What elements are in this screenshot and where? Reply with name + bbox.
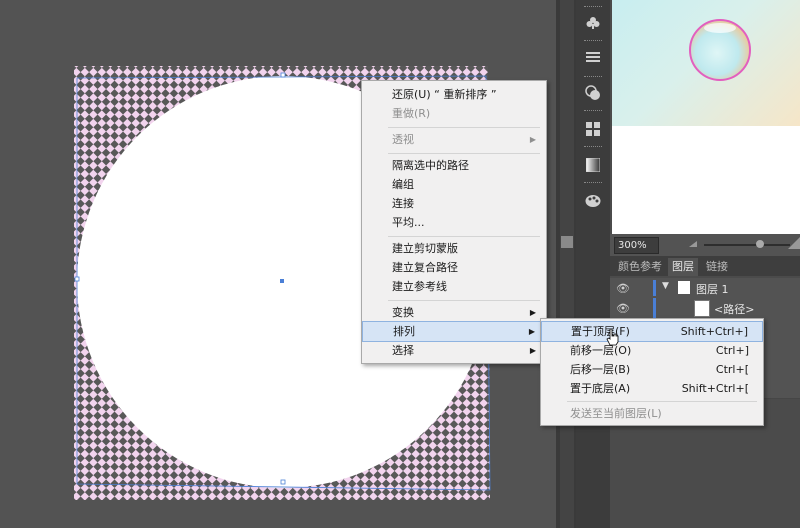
sublayer-name[interactable]: <路径> bbox=[714, 301, 754, 317]
zoom-in-icon[interactable] bbox=[788, 236, 800, 250]
layer-thumbnail bbox=[678, 281, 690, 294]
grip-handle[interactable] bbox=[584, 110, 602, 113]
lines-icon[interactable] bbox=[580, 46, 606, 68]
grip-handle[interactable] bbox=[584, 146, 602, 149]
menu-item-send-to-back[interactable]: 置于底层(A) Shift+Ctrl+[ bbox=[541, 379, 763, 398]
zoom-slider[interactable] bbox=[704, 244, 790, 246]
menu-item-make-compound-path[interactable]: 建立复合路径 bbox=[362, 258, 546, 277]
circles-icon[interactable] bbox=[580, 82, 606, 104]
club-icon[interactable] bbox=[580, 12, 606, 34]
palette-icon[interactable] bbox=[580, 190, 606, 212]
zoom-field[interactable]: 300% bbox=[614, 237, 659, 254]
grip-handle[interactable] bbox=[584, 182, 602, 185]
menu-separator bbox=[567, 401, 757, 402]
layer-name[interactable]: 图层 1 bbox=[696, 281, 729, 297]
sublayer-row[interactable]: 👁 <路径> bbox=[610, 298, 800, 319]
menu-item-bring-forward[interactable]: 前移一层(O) Ctrl+] bbox=[541, 341, 763, 360]
navigator-preview[interactable] bbox=[612, 0, 800, 126]
zoom-slider-thumb[interactable] bbox=[756, 240, 764, 248]
arrange-submenu: 置于顶层(F) Shift+Ctrl+] 前移一层(O) Ctrl+] 后移一层(B… bbox=[540, 318, 764, 426]
menu-item-redo[interactable]: 重做(R) bbox=[362, 104, 546, 123]
context-menu: 还原(U) “ 重新排序 ” 重做(R) 透视 ▶ 隔离选中的路径 编组 连接 平… bbox=[361, 80, 547, 364]
grip-handle[interactable] bbox=[584, 6, 602, 9]
hand-cursor-icon bbox=[606, 328, 620, 346]
submenu-arrow-icon: ▶ bbox=[529, 308, 536, 317]
panel-icon-strip bbox=[576, 0, 610, 528]
menu-item-undo[interactable]: 还原(U) “ 重新排序 ” bbox=[362, 85, 546, 104]
menu-item-arrange[interactable]: 排列 ▶ bbox=[362, 321, 546, 342]
menu-item-bring-to-front[interactable]: 置于顶层(F) Shift+Ctrl+] bbox=[541, 321, 763, 342]
menu-item-send-backward[interactable]: 后移一层(B) Ctrl+[ bbox=[541, 360, 763, 379]
menu-separator bbox=[388, 300, 540, 301]
anchor-point bbox=[280, 479, 286, 485]
layer-color-bar bbox=[653, 280, 656, 296]
tab-layers[interactable]: 图层 bbox=[668, 258, 698, 276]
menu-separator bbox=[388, 153, 540, 154]
eye-icon[interactable]: 👁 bbox=[616, 282, 630, 295]
menu-item-average[interactable]: 平均... bbox=[362, 213, 546, 232]
menu-item-group[interactable]: 编组 bbox=[362, 175, 546, 194]
menu-item-make-guides[interactable]: 建立参考线 bbox=[362, 277, 546, 296]
scrollbar-thumb[interactable] bbox=[561, 236, 573, 248]
tab-links[interactable]: 链接 bbox=[702, 258, 732, 276]
menu-item-select[interactable]: 选择 ▶ bbox=[362, 341, 546, 360]
anchor-point bbox=[280, 279, 284, 283]
zoom-out-icon[interactable] bbox=[688, 239, 698, 249]
gradient-icon[interactable] bbox=[580, 154, 606, 176]
grid-icon[interactable] bbox=[580, 118, 606, 140]
submenu-arrow-icon: ▶ bbox=[529, 135, 536, 144]
layer-row[interactable]: 👁 ▼ 图层 1 bbox=[610, 278, 800, 299]
grip-handle[interactable] bbox=[584, 76, 602, 79]
submenu-arrow-icon: ▶ bbox=[528, 327, 535, 336]
menu-separator bbox=[388, 236, 540, 237]
eye-icon[interactable]: 👁 bbox=[616, 302, 630, 315]
expand-triangle-icon[interactable]: ▼ bbox=[662, 281, 669, 291]
vertical-scrollbar[interactable] bbox=[560, 0, 574, 528]
tab-color-guide[interactable]: 颜色参考 bbox=[614, 258, 666, 276]
menu-item-make-clipping-mask[interactable]: 建立剪切蒙版 bbox=[362, 239, 546, 258]
menu-item-isolate-path[interactable]: 隔离选中的路径 bbox=[362, 156, 546, 175]
menu-item-transform[interactable]: 变换 ▶ bbox=[362, 303, 546, 322]
submenu-arrow-icon: ▶ bbox=[529, 346, 536, 355]
menu-item-send-to-current-layer[interactable]: 发送至当前图层(L) bbox=[541, 404, 763, 423]
anchor-point bbox=[74, 276, 80, 282]
grip-handle[interactable] bbox=[584, 40, 602, 43]
menu-item-perspective[interactable]: 透视 ▶ bbox=[362, 130, 546, 149]
layer-color-bar bbox=[653, 298, 656, 318]
anchor-point bbox=[280, 72, 286, 78]
menu-separator bbox=[388, 127, 540, 128]
menu-item-join[interactable]: 连接 bbox=[362, 194, 546, 213]
path-thumbnail bbox=[694, 300, 710, 317]
preview-white-area bbox=[612, 126, 800, 234]
